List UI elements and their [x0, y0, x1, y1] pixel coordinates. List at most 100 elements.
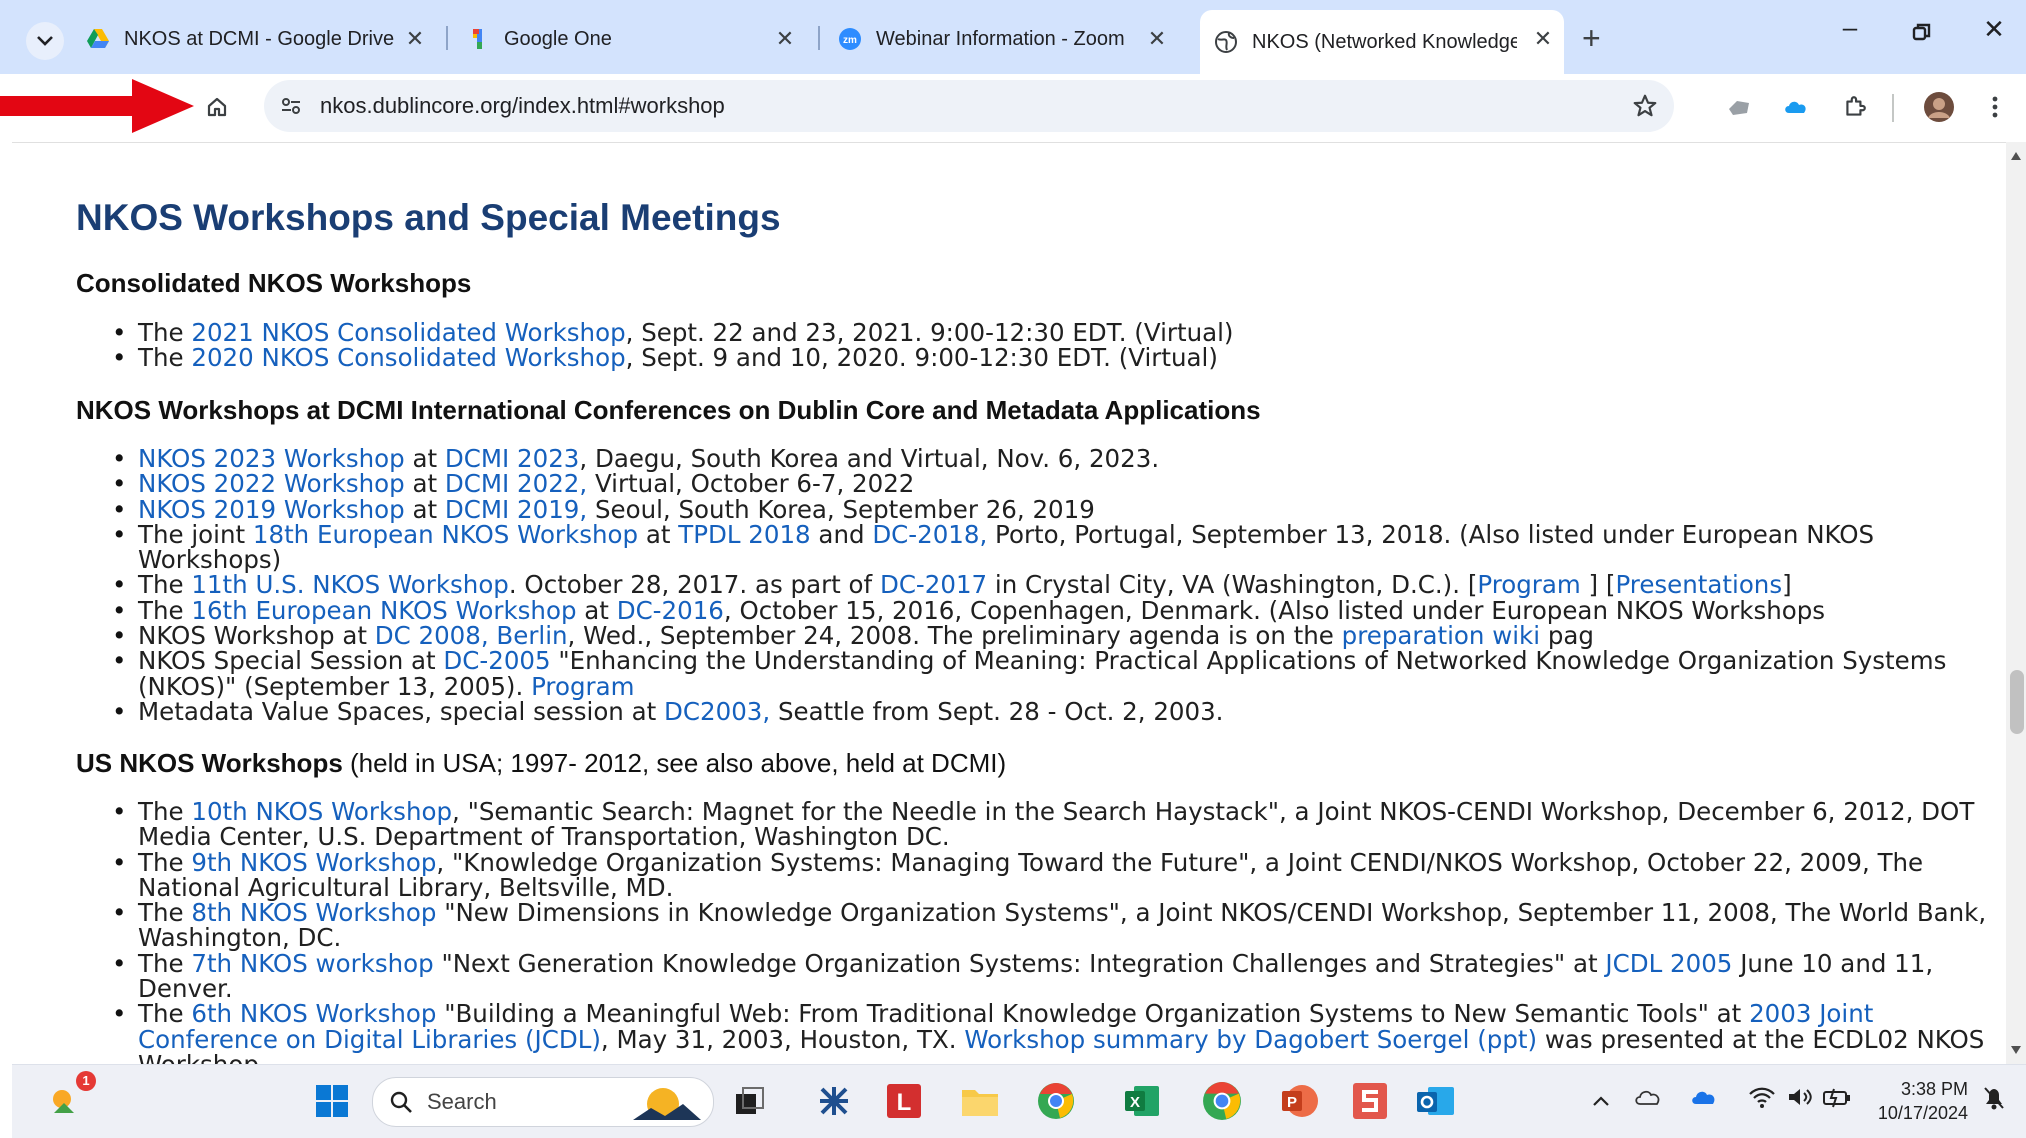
tab-label: Webinar Information - Zoom [876, 27, 1125, 50]
tab-strip: NKOS at DCMI - Google Drive ✕ Google One… [0, 0, 2026, 74]
search-placeholder: Search [427, 1089, 497, 1114]
site-settings-icon[interactable] [274, 89, 308, 123]
close-tab-icon[interactable]: ✕ [402, 26, 428, 52]
toolbar-divider [1892, 94, 1894, 122]
wifi-icon[interactable] [1748, 1085, 1776, 1115]
clock-date: 10/17/2024 [1877, 1103, 1968, 1123]
new-tab-button[interactable]: + [1582, 20, 1601, 57]
list-item: NKOS 2019 Workshop at DCMI 2019, Seoul, … [112, 496, 2006, 522]
chrome-icon[interactable] [1034, 1079, 1078, 1123]
svg-text:P: P [1287, 1094, 1297, 1111]
list-item: Metadata Value Spaces, special session a… [112, 697, 2006, 726]
tab-search-button[interactable] [26, 22, 64, 60]
excel-icon[interactable]: X [1120, 1079, 1164, 1123]
notification-badge: 1 [76, 1071, 96, 1091]
start-button[interactable] [310, 1079, 354, 1123]
tab-google-one[interactable]: Google One ✕ [466, 14, 806, 64]
list-item: The 16th European NKOS Workshop at DC-20… [112, 598, 2006, 624]
tab-separator [446, 26, 448, 50]
browser-menu-icon[interactable] [1978, 90, 2012, 124]
us-heading: US NKOS Workshops (held in USA; 1997- 20… [76, 748, 1007, 778]
minimize-button[interactable]: – [1830, 12, 1870, 43]
tab-nkos-active[interactable]: NKOS (Networked Knowledge Organization S… [1200, 10, 1564, 74]
cloud-extension-icon[interactable] [1780, 90, 1814, 124]
home-button[interactable] [200, 90, 234, 124]
list-item: The joint 18th European NKOS Workshop at… [112, 520, 2006, 573]
list-item: NKOS 2023 Workshop at DCMI 2023, Daegu, … [112, 446, 2006, 472]
tab-google-drive[interactable]: NKOS at DCMI - Google Drive ✕ [86, 14, 436, 64]
scroll-down-icon[interactable] [2011, 1046, 2021, 1054]
onedrive-sync-icon[interactable] [1690, 1087, 1720, 1115]
lastpass-icon[interactable]: L [882, 1079, 926, 1123]
outlook-icon[interactable] [1414, 1079, 1458, 1123]
close-window-button[interactable]: ✕ [1974, 14, 2014, 45]
battery-icon[interactable] [1822, 1085, 1852, 1115]
extensions-puzzle-icon[interactable] [1838, 90, 1872, 124]
workshop-link[interactable]: 18th European NKOS Workshop [253, 520, 638, 549]
tab-label: Google One [504, 27, 612, 50]
svg-text:L: L [897, 1089, 912, 1116]
list-item: The 11th U.S. NKOS Workshop. October 28,… [112, 572, 2006, 598]
file-explorer-icon[interactable] [958, 1079, 1002, 1123]
dcmi-heading: NKOS Workshops at DCMI International Con… [76, 395, 1261, 425]
chrome-active-icon[interactable] [1200, 1079, 1244, 1123]
browser-toolbar: nkos.dublincore.org/index.html#workshop [0, 74, 2026, 140]
show-hidden-icons-chevron-icon[interactable] [1592, 1087, 1610, 1113]
red-arrow-annotation-icon [0, 79, 194, 133]
windows-taskbar: 1 Search L X P 3:38 PM 10/17/2024 [12, 1064, 2026, 1138]
onedrive-icon[interactable] [1634, 1087, 1664, 1113]
extension-icon[interactable] [1722, 90, 1756, 124]
list-item: The 9th NKOS Workshop, "Knowledge Organi… [112, 849, 2006, 901]
conference-link[interactable]: JCDL 2005 [1605, 949, 1732, 978]
restore-icon [1912, 23, 1931, 41]
system-clock[interactable]: 3:38 PM 10/17/2024 [1858, 1077, 1968, 1125]
tab-label: NKOS at DCMI - Google Drive [124, 27, 395, 50]
chevron-down-icon [37, 36, 53, 46]
url-text[interactable]: nkos.dublincore.org/index.html#workshop [320, 93, 725, 119]
conference-link[interactable]: TPDL 2018 [678, 520, 810, 549]
page-scrollbar[interactable] [2006, 142, 2026, 1064]
conference-link[interactable]: DC2003, [664, 697, 770, 726]
scroll-up-icon[interactable] [2011, 152, 2021, 160]
consolidated-heading: Consolidated NKOS Workshops [76, 268, 472, 298]
list-item: The 2020 NKOS Consolidated Workshop, Sep… [112, 343, 2006, 372]
list-item: The 2021 NKOS Consolidated Workshop, Sep… [112, 320, 2006, 346]
list-item: The 8th NKOS Workshop "New Dimensions in… [112, 900, 2006, 951]
globe-icon [1214, 30, 1238, 54]
powerpoint-icon[interactable]: P [1278, 1079, 1322, 1123]
dcmi-list: NKOS 2023 Workshop at DCMI 2023, Daegu, … [76, 446, 2006, 726]
svg-text:X: X [1130, 1094, 1140, 1111]
google-one-icon [466, 27, 490, 51]
close-tab-icon[interactable]: ✕ [1144, 26, 1170, 52]
scrollbar-thumb[interactable] [2010, 670, 2024, 734]
list-item: The 10th NKOS Workshop, "Semantic Search… [112, 799, 2006, 850]
restore-button[interactable] [1902, 18, 1942, 49]
zoom-icon: zm [838, 27, 862, 51]
search-icon [390, 1091, 412, 1113]
workshop-link[interactable]: 2020 NKOS Consolidated Workshop [191, 343, 625, 372]
close-tab-icon[interactable]: ✕ [1530, 26, 1556, 52]
home-icon [207, 97, 227, 117]
tab-label: NKOS (Networked Knowledge Organization S… [1252, 30, 1517, 53]
conference-link[interactable]: DC-2018, [872, 520, 987, 549]
svg-text:zm: zm [843, 35, 857, 46]
search-highlight-icon [633, 1088, 701, 1120]
list-item: The 6th NKOS Workshop "Building a Meanin… [112, 1001, 2006, 1065]
address-bar[interactable]: nkos.dublincore.org/index.html#workshop [264, 80, 1674, 132]
snip-tool-icon[interactable] [812, 1079, 856, 1123]
tab-zoom[interactable]: zm Webinar Information - Zoom ✕ [838, 14, 1178, 64]
page-title: NKOS Workshops and Special Meetings [76, 197, 781, 238]
list-item: NKOS 2022 Workshop at DCMI 2022, Virtual… [112, 471, 2006, 497]
task-view-icon[interactable] [728, 1079, 772, 1123]
summary-link[interactable]: Workshop summary by Dagobert Soergel (pp… [964, 1025, 1537, 1054]
notifications-bell-icon[interactable] [1982, 1085, 2006, 1117]
bookmark-star-icon[interactable] [1628, 89, 1662, 123]
sketch-app-icon[interactable] [1348, 1079, 1392, 1123]
profile-avatar-icon[interactable] [1922, 90, 1956, 124]
taskbar-search-box[interactable]: Search [372, 1077, 714, 1127]
close-tab-icon[interactable]: ✕ [772, 26, 798, 52]
list-item: NKOS Workshop at DC 2008, Berlin, Wed., … [112, 623, 2006, 649]
consolidated-list: The 2021 NKOS Consolidated Workshop, Sep… [76, 320, 2006, 371]
tab-separator [818, 26, 820, 50]
volume-icon[interactable] [1786, 1085, 1814, 1115]
